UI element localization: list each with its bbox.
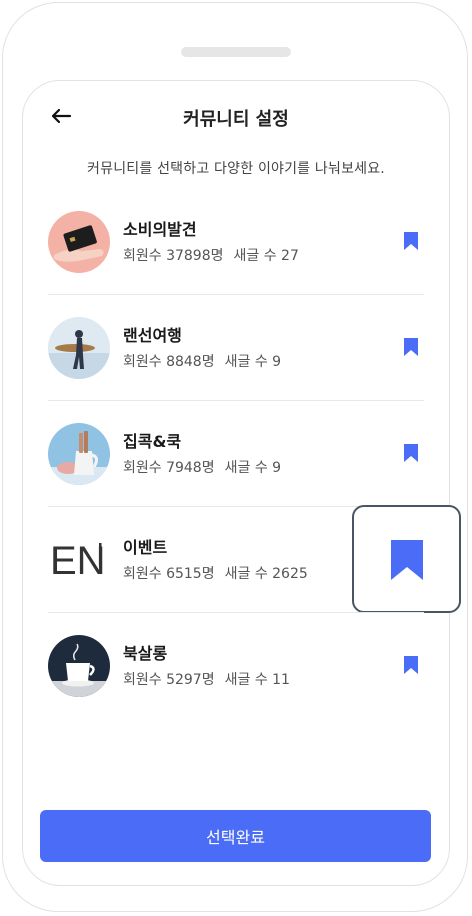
travel-avatar bbox=[48, 317, 110, 379]
row-divider bbox=[48, 294, 424, 295]
community-name: 이벤트 bbox=[123, 538, 168, 557]
consumption-avatar bbox=[48, 211, 110, 273]
page-subtitle: 커뮤니티를 선택하고 다양한 이야기를 나눠보세요. bbox=[87, 161, 385, 177]
bookmark-icon[interactable] bbox=[402, 231, 420, 251]
bookmark-icon[interactable] bbox=[402, 655, 420, 675]
books-avatar bbox=[48, 635, 110, 697]
row-divider bbox=[48, 612, 424, 613]
post-count: 새글 수 27 bbox=[233, 248, 299, 264]
bookmark-button-highlighted[interactable] bbox=[352, 505, 461, 613]
community-name: 북살롱 bbox=[123, 644, 168, 663]
community-item-travel[interactable]: 랜선여행 회원수 8848명 새글 수 9 bbox=[48, 317, 424, 423]
event-logo-text: EN bbox=[50, 539, 106, 583]
member-count: 회원수 37898명 bbox=[123, 248, 224, 264]
bookmark-icon bbox=[391, 540, 423, 580]
community-stats: 회원수 6515명 새글 수 2625 bbox=[123, 563, 308, 583]
complete-selection-button[interactable]: 선택완료 bbox=[40, 810, 431, 862]
community-stats: 회원수 7948명 새글 수 9 bbox=[123, 457, 281, 477]
community-item-books[interactable]: 북살롱 회원수 5297명 새글 수 11 bbox=[48, 635, 424, 741]
bookmark-icon[interactable] bbox=[402, 337, 420, 357]
post-count: 새글 수 2625 bbox=[224, 566, 308, 582]
member-count: 회원수 7948명 bbox=[123, 460, 215, 476]
row-divider bbox=[48, 400, 424, 401]
community-name: 소비의발견 bbox=[123, 220, 197, 239]
community-stats: 회원수 8848명 새글 수 9 bbox=[123, 351, 281, 371]
community-item-consumption[interactable]: 소비의발견 회원수 37898명 새글 수 27 bbox=[48, 211, 424, 317]
phone-speaker bbox=[181, 47, 291, 57]
community-name: 집콕&쿡 bbox=[123, 432, 182, 451]
member-count: 회원수 8848명 bbox=[123, 354, 215, 370]
community-stats: 회원수 37898명 새글 수 27 bbox=[123, 245, 299, 265]
community-name: 랜선여행 bbox=[123, 326, 182, 345]
community-stats: 회원수 5297명 새글 수 11 bbox=[123, 669, 290, 689]
post-count: 새글 수 9 bbox=[224, 354, 282, 370]
post-count: 새글 수 9 bbox=[224, 460, 282, 476]
post-count: 새글 수 11 bbox=[224, 672, 290, 688]
event-logo: EN bbox=[48, 529, 110, 591]
page-title: 커뮤니티 설정 bbox=[183, 109, 289, 130]
member-count: 회원수 5297명 bbox=[123, 672, 215, 688]
bookmark-icon[interactable] bbox=[402, 443, 420, 463]
cooking-avatar bbox=[48, 423, 110, 485]
member-count: 회원수 6515명 bbox=[123, 566, 215, 582]
